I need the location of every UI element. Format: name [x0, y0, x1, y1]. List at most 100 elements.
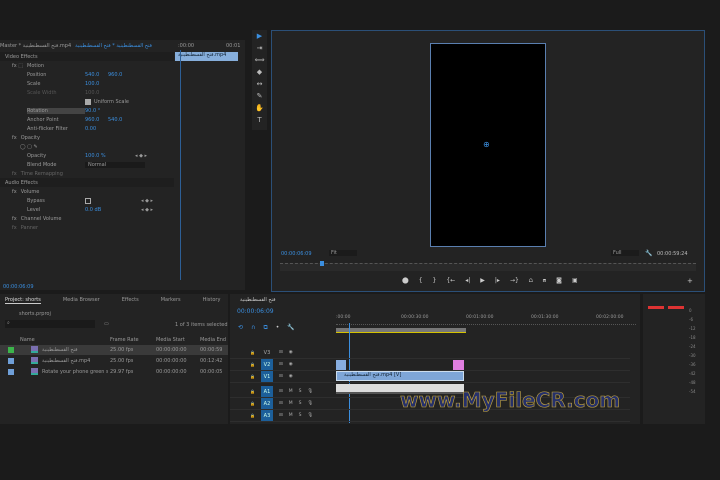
solo-icon[interactable]: S [299, 401, 302, 406]
timeline-settings-icon[interactable]: 🔧 [287, 324, 294, 332]
project-row[interactable]: فتح القسطنطينية.mp4 25.00 fps 00:00:00:00 0… [0, 356, 228, 366]
effect-controls-panel: Master * فتح القسطنطينية.mp4 فتح القسطنط… [0, 40, 245, 290]
lift-icon[interactable]: ⩍ [529, 277, 533, 285]
bypass-checkbox[interactable] [85, 197, 91, 204]
eye-icon[interactable]: ◉ [289, 350, 293, 355]
sync-icon[interactable]: ⊟ [279, 374, 283, 379]
lock-icon[interactable]: 🔒 [250, 389, 255, 394]
go-to-out-icon[interactable]: →} [510, 277, 519, 285]
video-clip-v2-b[interactable] [453, 360, 464, 370]
tab-markers[interactable]: Markers [161, 297, 181, 303]
go-to-in-icon[interactable]: {← [446, 277, 455, 285]
uniform-scale-checkbox[interactable]: Uniform Scale [0, 97, 129, 106]
linked-selection-icon[interactable]: ⧉ [263, 324, 267, 332]
track-label[interactable]: A1 [260, 386, 273, 397]
mute-icon[interactable]: M [289, 389, 293, 394]
lock-icon[interactable]: 🔒 [250, 362, 255, 367]
playhead[interactable] [320, 261, 324, 266]
col-media-start[interactable]: Media Start [156, 337, 185, 343]
lock-icon[interactable]: 🔒 [250, 413, 255, 418]
play-icon[interactable]: ▶ [480, 277, 485, 285]
quality-select[interactable]: Full [611, 250, 639, 256]
volume-effect[interactable]: fx Volume [0, 187, 39, 196]
time-remapping[interactable]: fx Time Remapping [0, 169, 63, 178]
track-label[interactable]: A2 [260, 398, 273, 409]
add-button-icon[interactable]: + [687, 277, 693, 285]
project-row[interactable]: Rotate your phone green sc 29.97 fps 00:00… [0, 367, 228, 377]
tab-media-browser[interactable]: Media Browser [63, 297, 100, 303]
clip-name[interactable]: فتح القسطنطينية * فتح القسطنطينية [75, 43, 152, 49]
video-clip-v2-a[interactable] [336, 360, 346, 370]
mute-icon[interactable]: M [289, 413, 293, 418]
export-frame-icon[interactable]: ◙ [556, 277, 562, 285]
track-label[interactable]: V2 [260, 359, 273, 370]
snap-icon[interactable]: ∩ [251, 324, 255, 332]
slip-icon[interactable]: ↔ [252, 78, 267, 90]
new-bin-icon[interactable]: ▭ [104, 321, 109, 327]
ripple-edit-icon[interactable]: ⟺ [252, 54, 267, 66]
tab-history[interactable]: History [203, 297, 221, 303]
hand-icon[interactable]: ✋ [252, 102, 267, 114]
scale-value[interactable]: 100.0 [85, 81, 99, 87]
work-area-bar[interactable] [336, 328, 466, 333]
pen-icon[interactable]: ✎ [252, 90, 267, 102]
type-icon[interactable]: T [252, 114, 267, 126]
razor-icon[interactable]: ◆ [252, 66, 267, 78]
track-label[interactable]: A3 [260, 410, 273, 421]
search-input[interactable]: ⌕ [5, 320, 95, 328]
step-back-icon[interactable]: ◂| [465, 277, 470, 285]
opacity-effect[interactable]: fx Opacity [0, 133, 40, 142]
video-clip-v1[interactable]: فتح القسطنطينية.mp4 [V] [336, 371, 464, 381]
channel-volume[interactable]: fx Channel Volume [0, 214, 61, 223]
mute-icon[interactable]: M [289, 401, 293, 406]
solo-icon[interactable]: S [299, 413, 302, 418]
track-select-icon[interactable]: ⇥ [252, 42, 267, 54]
mini-clip[interactable]: فتح القسطنطينية.mp4 [175, 52, 238, 61]
tab-effects[interactable]: Effects [122, 297, 139, 303]
sync-icon[interactable]: ⊟ [279, 350, 283, 355]
compare-icon[interactable]: ▣ [572, 277, 578, 285]
wrench-icon[interactable]: 🔧 [645, 250, 652, 257]
nest-icon[interactable]: ⟲ [238, 324, 243, 332]
lock-icon[interactable]: 🔒 [250, 401, 255, 406]
mask-tools[interactable]: ◯ ▢ ✎ [0, 142, 38, 151]
extract-icon[interactable]: ⩎ [543, 277, 546, 285]
mark-out-icon[interactable]: } [433, 277, 437, 285]
sync-icon[interactable]: ⊟ [279, 389, 283, 394]
lock-icon[interactable]: 🔒 [250, 350, 255, 355]
rotation-value[interactable]: 90.0 ° [85, 108, 100, 114]
sync-icon[interactable]: ⊟ [279, 413, 283, 418]
program-scrubber[interactable] [280, 263, 696, 271]
position-y[interactable]: 960.0 [108, 72, 122, 78]
col-name[interactable]: Name [20, 337, 35, 343]
project-row-name: فتح القسطنطينية [42, 347, 78, 353]
mic-icon[interactable]: 🎙 [308, 389, 314, 394]
track-label[interactable]: V1 [260, 371, 273, 382]
marker-icon[interactable]: ⬤ [402, 277, 409, 285]
selection-tool-icon[interactable]: ▶ [252, 30, 267, 42]
sync-icon[interactable]: ⊟ [279, 362, 283, 367]
lock-icon[interactable]: 🔒 [250, 374, 255, 379]
panner[interactable]: fx Panner [0, 223, 38, 232]
position-x[interactable]: 540.0 [85, 72, 108, 78]
mic-icon[interactable]: 🎙 [308, 401, 314, 406]
motion-effect[interactable]: fx ⬚ Motion [0, 61, 44, 70]
track-label[interactable]: V3 [261, 347, 273, 358]
col-frame-rate[interactable]: Frame Rate [110, 337, 139, 343]
mic-icon[interactable]: 🎙 [308, 413, 314, 418]
solo-icon[interactable]: S [299, 389, 302, 394]
step-forward-icon[interactable]: |▸ [495, 277, 500, 285]
tab-project[interactable]: Project: shorts [5, 297, 41, 304]
col-media-end[interactable]: Media End [200, 337, 226, 343]
meter-tick: -48 [689, 380, 696, 385]
blend-mode-select[interactable]: Normal [85, 161, 145, 168]
eye-icon[interactable]: ◉ [289, 374, 293, 379]
project-row[interactable]: فتح القسطنطينية 25.00 fps 00:00:00:00 00:00… [0, 345, 228, 355]
add-marker-icon[interactable]: • [276, 324, 280, 332]
sync-icon[interactable]: ⊟ [279, 401, 283, 406]
master-tab[interactable]: Master * فتح القسطنطينية.mp4 [0, 43, 71, 49]
sequence-tab[interactable]: فتح القسطنطينية [240, 297, 276, 303]
mark-in-icon[interactable]: { [419, 277, 423, 285]
fit-select[interactable]: Fit [329, 250, 357, 256]
eye-icon[interactable]: ◉ [289, 362, 293, 367]
